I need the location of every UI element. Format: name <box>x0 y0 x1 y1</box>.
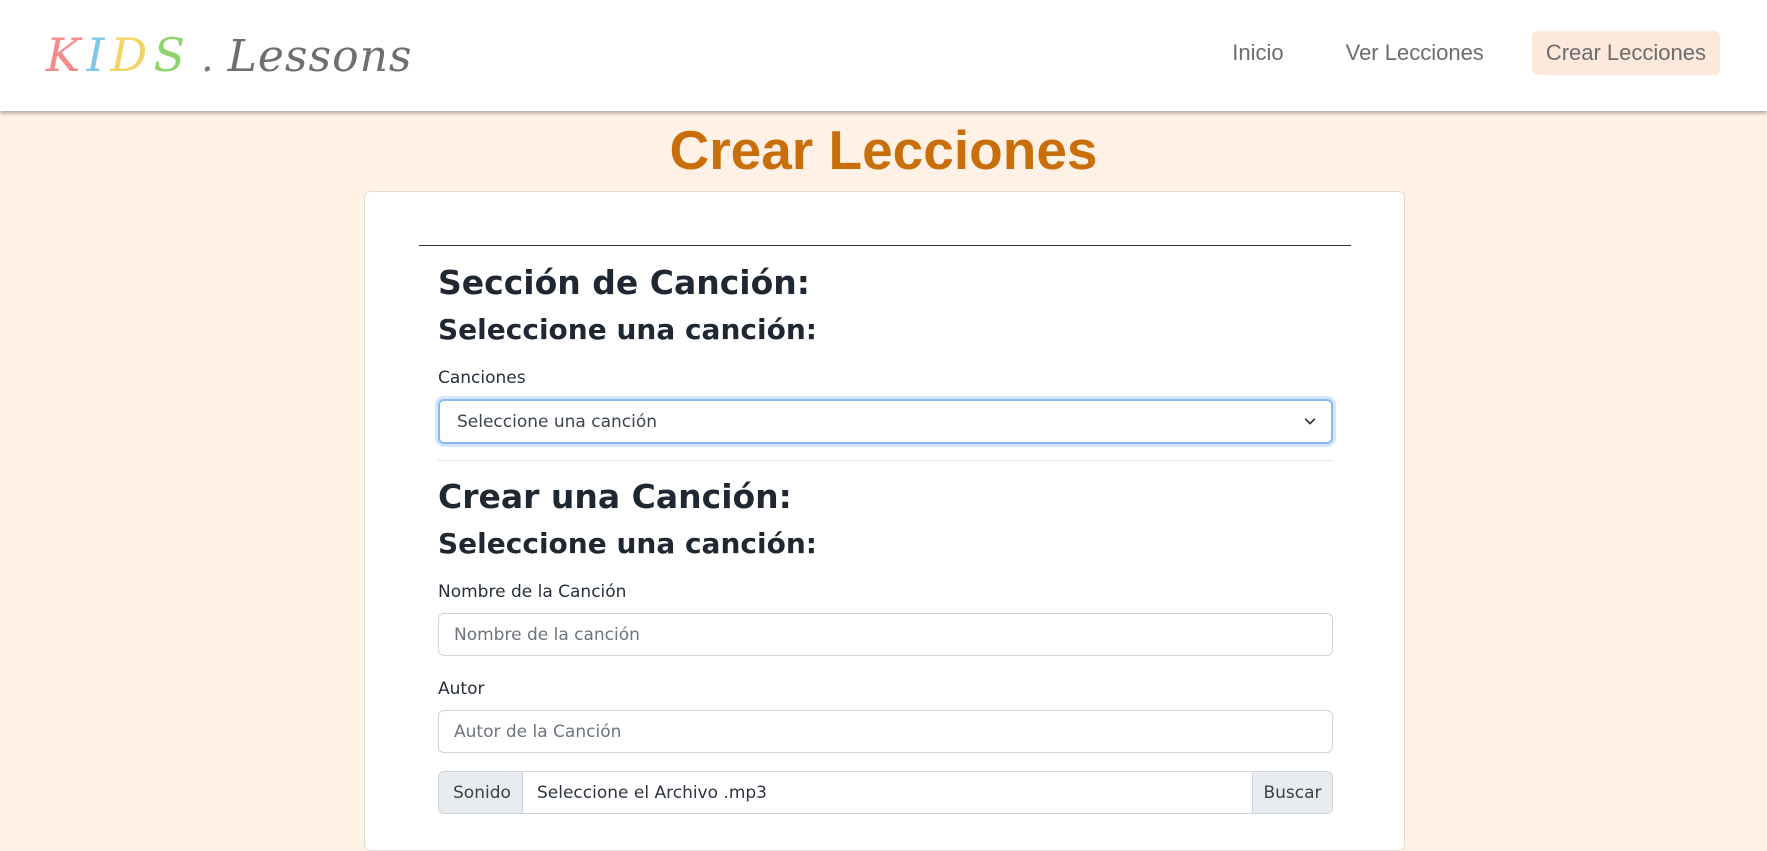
file-upload-wrap: Sonido Seleccione el Archivo .mp3 Buscar <box>438 771 1333 814</box>
logo-lessons: Lessons <box>227 31 413 82</box>
song-select-value: Seleccione una canción <box>457 411 658 432</box>
author-wrap <box>438 710 1333 753</box>
create-section-heading: Crear una Canción: <box>438 477 792 516</box>
logo-letter: D <box>110 28 154 82</box>
song-name-label: Nombre de la Canción <box>438 582 627 602</box>
author-label: Autor <box>438 679 485 699</box>
song-select-label: Canciones <box>438 368 526 388</box>
author-label-wrap: Autor <box>438 677 1333 701</box>
song-select-wrap: Seleccione una canción <box>438 399 1333 444</box>
browse-button[interactable]: Buscar <box>1252 772 1332 813</box>
song-section-subheading: Seleccione una canción: <box>438 313 817 346</box>
navbar: K I D S . Lessons Inicio Ver Lecciones C… <box>0 0 1767 111</box>
create-section-subheading: Seleccione una canción: <box>438 527 817 560</box>
file-upload: Sonido Seleccione el Archivo .mp3 Buscar <box>438 771 1333 814</box>
nav-link-ver-lecciones[interactable]: Ver Lecciones <box>1332 31 1498 75</box>
logo-letter: S <box>153 28 191 82</box>
song-name-wrap <box>438 613 1333 656</box>
nav-link-inicio[interactable]: Inicio <box>1218 31 1297 75</box>
create-section: Crear una Canción: <box>438 476 1333 518</box>
page-title: Crear Lecciones <box>669 119 1098 181</box>
logo-letter: K <box>46 28 87 82</box>
section-divider <box>438 460 1333 461</box>
create-section-sub: Seleccione una canción: <box>438 525 1333 563</box>
song-section-heading: Sección de Canción: <box>438 263 810 302</box>
author-input[interactable] <box>438 710 1333 753</box>
logo-letter: I <box>86 28 111 82</box>
nav-links: Inicio Ver Lecciones Crear Lecciones <box>1218 31 1720 75</box>
song-section-sub: Seleccione una canción: <box>438 311 1333 349</box>
logo-kids: K I D S <box>46 28 191 82</box>
song-name-label-wrap: Nombre de la Canción <box>438 580 1333 604</box>
nav-link-crear-lecciones[interactable]: Crear Lecciones <box>1531 31 1720 75</box>
lesson-form-card: Sección de Canción: Seleccione una canci… <box>364 191 1405 851</box>
file-input[interactable]: Seleccione el Archivo .mp3 <box>523 772 1252 813</box>
song-section: Sección de Canción: <box>438 262 1333 304</box>
song-name-input[interactable] <box>438 613 1333 656</box>
logo-dot: . <box>200 35 214 81</box>
chevron-down-icon <box>1304 418 1316 425</box>
file-addon-label: Sonido <box>439 772 523 813</box>
logo[interactable]: K I D S . Lessons <box>46 28 413 88</box>
song-select[interactable]: Seleccione una canción <box>438 399 1333 444</box>
top-divider <box>419 245 1351 246</box>
song-select-label-wrap: Canciones <box>438 366 1333 390</box>
